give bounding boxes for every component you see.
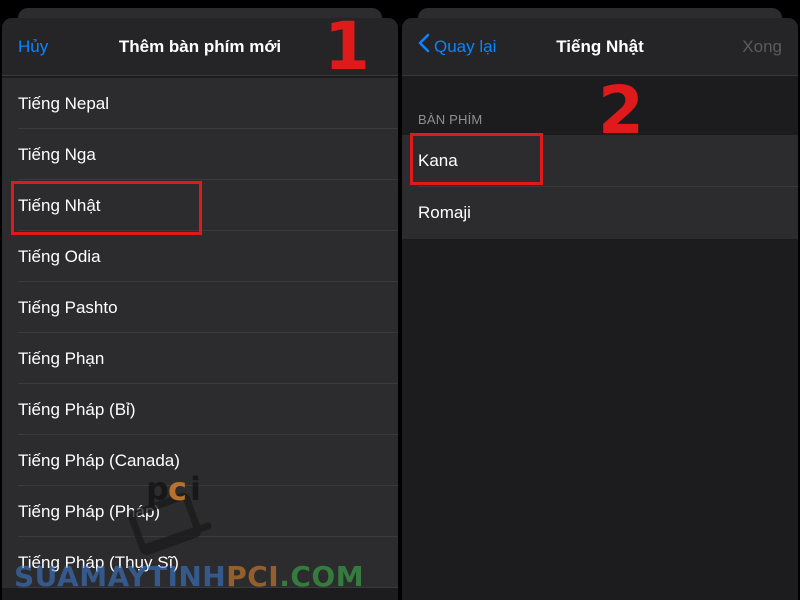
language-label: Tiếng Nepal	[18, 94, 110, 113]
language-row-pashto[interactable]: Tiếng Pashto	[2, 282, 398, 333]
back-button[interactable]: Quay lại	[418, 18, 496, 75]
step-number-2: 2	[598, 72, 644, 149]
watermark-text-part: .COM	[279, 560, 365, 593]
done-button[interactable]: Xong	[742, 18, 782, 75]
cancel-button[interactable]: Hủy	[18, 18, 48, 75]
keyboard-row-romaji[interactable]: Romaji	[402, 187, 798, 239]
back-button-label: Quay lại	[434, 37, 497, 56]
watermark-text-part: PCI	[226, 560, 280, 593]
language-label: Tiếng Pashto	[18, 298, 118, 317]
section-header: BÀN PHÍM	[418, 112, 483, 127]
step-number-1: 1	[324, 8, 370, 85]
language-row-russian[interactable]: Tiếng Nga	[2, 129, 398, 180]
watermark-logo: p c i	[128, 470, 228, 570]
language-label: Tiếng Nga	[18, 145, 96, 164]
keyboard-label: Romaji	[418, 203, 471, 222]
svg-text:c: c	[168, 470, 187, 508]
language-label: Tiếng Odia	[18, 247, 101, 266]
svg-text:p: p	[146, 470, 169, 508]
language-row-french-belgium[interactable]: Tiếng Pháp (Bỉ)	[2, 384, 398, 435]
highlight-box-japanese	[11, 181, 202, 235]
language-row-nepal[interactable]: Tiếng Nepal	[2, 78, 398, 129]
navigation-bar: Tiếng Nhật Quay lại Xong	[402, 18, 798, 76]
highlight-box-kana	[410, 133, 543, 185]
language-label: Tiếng Phạn	[18, 349, 105, 368]
language-row-sanskrit[interactable]: Tiếng Phạn	[2, 333, 398, 384]
watermark-text-part: SUAMAYTINH	[14, 560, 227, 593]
language-label: Tiếng Pháp (Bỉ)	[18, 400, 136, 419]
watermark-site-name: SUAMAYTINHPCI.COM	[14, 560, 364, 593]
chevron-left-icon	[418, 19, 430, 76]
language-row-odia[interactable]: Tiếng Odia	[2, 231, 398, 282]
svg-text:i: i	[190, 470, 201, 508]
